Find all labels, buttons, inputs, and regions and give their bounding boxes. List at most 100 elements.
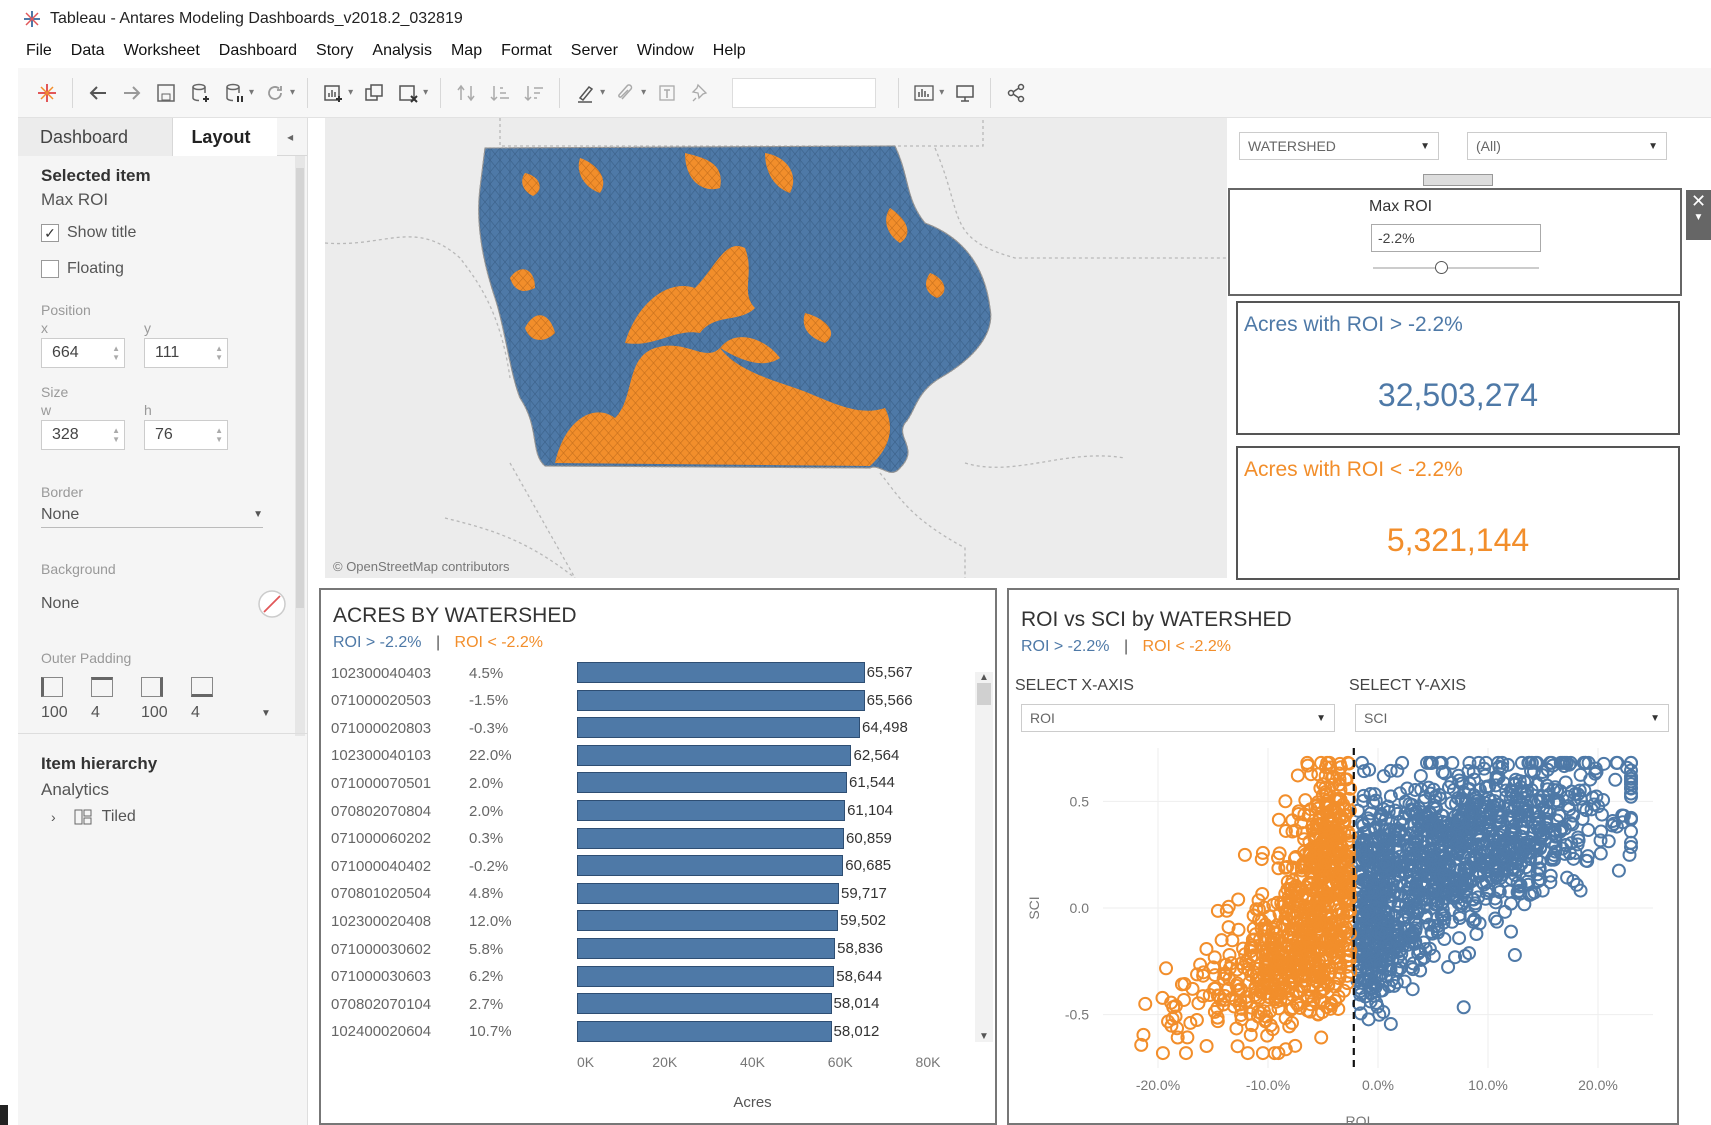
pause-update-icon[interactable] <box>217 76 251 110</box>
scatter-point[interactable] <box>1581 823 1596 838</box>
forward-icon[interactable] <box>115 76 149 110</box>
border-dropdown[interactable]: None ▼ <box>41 502 263 528</box>
tab-dashboard[interactable]: Dashboard <box>18 118 174 156</box>
max-roi-parameter[interactable]: Max ROI -2.2% <box>1228 188 1682 296</box>
scroll-down-icon[interactable]: ▼ <box>975 1031 993 1042</box>
resize-handle[interactable] <box>1423 174 1493 186</box>
floating-checkbox[interactable]: Floating <box>41 260 124 278</box>
show-title-checkbox[interactable]: ✓ Show title <box>41 224 136 242</box>
scatter-point[interactable] <box>1594 824 1609 839</box>
size-h-input[interactable]: 76 ▲ ▼ <box>144 420 228 450</box>
bar-mark[interactable] <box>577 910 839 932</box>
no-color-icon[interactable] <box>257 589 287 619</box>
hierarchy-root[interactable]: Analytics <box>41 780 157 800</box>
scatter-point[interactable] <box>1199 941 1214 956</box>
bar-mark[interactable] <box>577 689 865 711</box>
chevron-down-icon[interactable]: ▼ <box>261 708 271 722</box>
refresh-icon[interactable] <box>258 76 292 110</box>
watershed-filter-select[interactable]: (All) ▼ <box>1467 132 1667 160</box>
scatter-point[interactable] <box>1469 927 1484 942</box>
scatter-point[interactable] <box>1271 812 1286 827</box>
scroll-up-icon[interactable]: ▲ <box>975 672 993 683</box>
clear-sheet-icon[interactable] <box>391 76 425 110</box>
scatter-point[interactable] <box>1608 772 1623 787</box>
y-axis-select[interactable]: SCI ▼ <box>1355 704 1669 732</box>
menu-server[interactable]: Server <box>571 42 618 60</box>
padding-left-value[interactable]: 100 <box>41 704 91 722</box>
presentation-icon[interactable] <box>948 76 982 110</box>
swap-icon[interactable] <box>449 76 483 110</box>
highlight-icon[interactable] <box>568 76 602 110</box>
more-options-icon[interactable]: ▼ <box>1686 212 1711 223</box>
scatter-point[interactable] <box>1383 1016 1398 1031</box>
back-icon[interactable] <box>81 76 115 110</box>
scatter-point[interactable] <box>1462 946 1477 961</box>
menu-story[interactable]: Story <box>316 42 353 60</box>
padding-right-icon[interactable] <box>141 674 191 700</box>
bar-mark[interactable] <box>577 1020 832 1042</box>
map-attribution[interactable]: © OpenStreetMap contributors <box>333 559 510 574</box>
max-roi-slider-track[interactable] <box>1373 267 1539 269</box>
menu-data[interactable]: Data <box>71 42 105 60</box>
legend-below[interactable]: ROI < -2.2% <box>1143 638 1231 655</box>
padding-top-value[interactable]: 4 <box>91 704 141 722</box>
x-axis-select[interactable]: ROI ▼ <box>1021 704 1335 732</box>
bar-mark[interactable] <box>577 855 844 877</box>
sort-asc-icon[interactable] <box>483 76 517 110</box>
group-icon[interactable] <box>609 76 643 110</box>
menu-window[interactable]: Window <box>637 42 694 60</box>
scatter-point[interactable] <box>1314 1030 1329 1045</box>
scatter-point[interactable] <box>1456 1000 1471 1015</box>
scatter-point[interactable] <box>1593 846 1608 861</box>
bar-chart-scrollbar[interactable]: ▲ ▼ <box>975 672 993 1042</box>
new-worksheet-icon[interactable] <box>316 76 350 110</box>
menu-map[interactable]: Map <box>451 42 482 60</box>
scatter-point[interactable] <box>1255 1046 1270 1061</box>
max-roi-slider-thumb[interactable] <box>1435 261 1448 274</box>
bar-row[interactable]: 070801020504 4.8% <box>331 881 569 907</box>
fit-combo[interactable] <box>732 77 877 108</box>
position-y-input[interactable]: 111 ▲ ▼ <box>144 338 228 368</box>
bar-row[interactable]: 102400020604 10.7% <box>331 1019 569 1045</box>
bar-row[interactable]: 071000070501 2.0% <box>331 770 569 796</box>
scatter-point[interactable] <box>1138 996 1153 1011</box>
bar-mark[interactable] <box>577 965 835 987</box>
bar-row[interactable]: 102300020408 12.0% <box>331 908 569 934</box>
pin-icon[interactable] <box>684 76 718 110</box>
scatter-point[interactable] <box>1230 1039 1245 1054</box>
scatter-point[interactable] <box>1611 863 1626 878</box>
scatter-point[interactable] <box>1221 899 1236 914</box>
bar-mark[interactable] <box>577 717 860 739</box>
scatter-point[interactable] <box>1155 1046 1170 1061</box>
level-select[interactable]: WATERSHED ▼ <box>1239 132 1439 160</box>
bar-row[interactable]: 070802070104 2.7% <box>331 991 569 1017</box>
scatter-point[interactable] <box>1413 768 1428 783</box>
tab-layout[interactable]: Layout <box>173 118 278 156</box>
bar-mark[interactable] <box>577 662 865 683</box>
background-dropdown[interactable]: None <box>41 589 287 619</box>
add-datasource-icon[interactable] <box>183 76 217 110</box>
watershed-map[interactable]: © OpenStreetMap contributors <box>325 118 1227 578</box>
bar-row[interactable]: 071000020803 -0.3% <box>331 715 569 741</box>
bar-mark[interactable] <box>577 827 845 849</box>
scatter-point[interactable] <box>1178 1046 1193 1061</box>
bar-row[interactable]: 071000030603 6.2% <box>331 964 569 990</box>
scatter-point[interactable] <box>1452 931 1467 946</box>
collapse-panel-icon[interactable]: ◂ <box>277 118 307 156</box>
bar-row[interactable]: 102300040403 4.5% <box>331 660 569 686</box>
menu-help[interactable]: Help <box>713 42 746 60</box>
legend-below[interactable]: ROI < -2.2% <box>455 634 543 651</box>
scatter-point[interactable] <box>1354 755 1369 770</box>
acres-by-watershed-panel[interactable]: ACRES BY WATERSHED ROI > -2.2% | ROI < -… <box>319 588 997 1125</box>
padding-left-icon[interactable] <box>41 674 91 700</box>
scatter-point[interactable] <box>1237 847 1252 862</box>
selection-handle[interactable]: ✕ ▼ <box>1686 190 1711 240</box>
scatter-point[interactable] <box>1159 961 1174 976</box>
size-w-input[interactable]: 328 ▲ ▼ <box>41 420 125 450</box>
scatter-point[interactable] <box>1290 768 1305 783</box>
bar-row[interactable]: 071000040402 -0.2% <box>331 853 569 879</box>
bar-row[interactable]: 071000030602 5.8% <box>331 936 569 962</box>
bar-mark[interactable] <box>577 938 836 959</box>
padding-bottom-icon[interactable] <box>191 674 241 700</box>
close-icon[interactable]: ✕ <box>1686 190 1711 212</box>
